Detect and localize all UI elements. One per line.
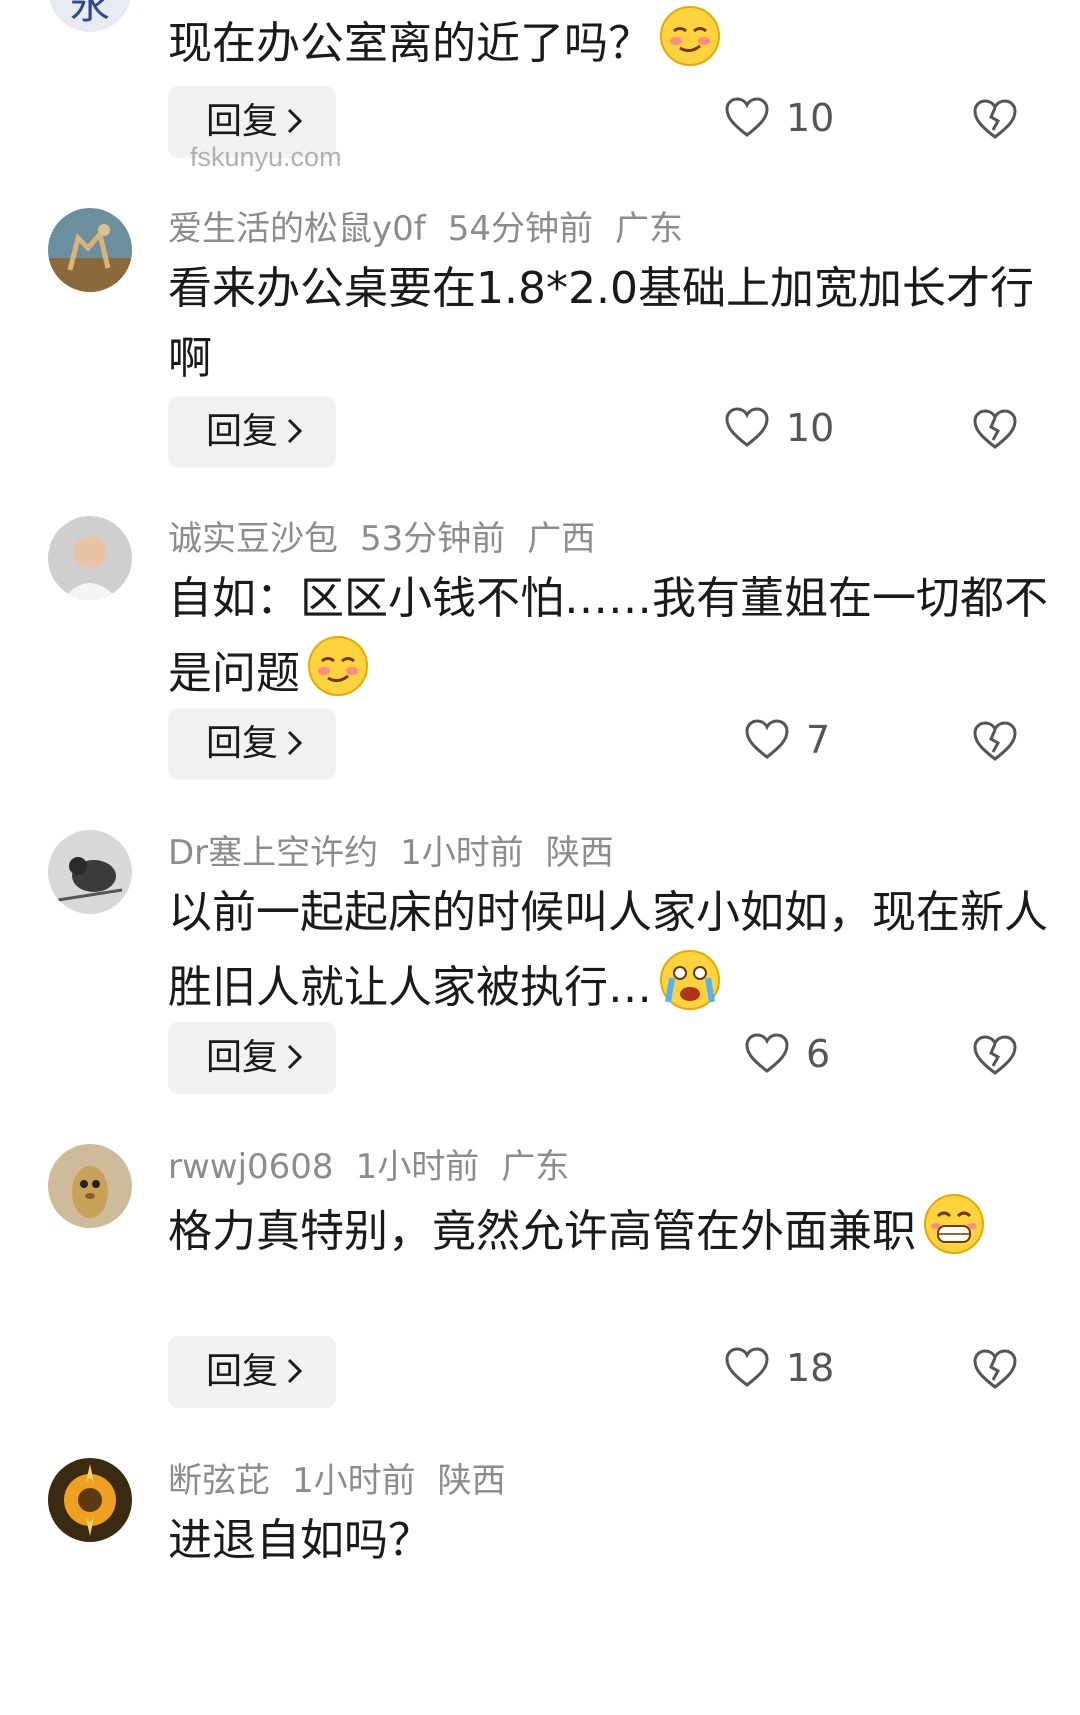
heart-icon xyxy=(724,96,770,138)
timestamp: 1小时前 xyxy=(355,1147,480,1187)
smirk-emoji-icon xyxy=(306,634,370,698)
smirk-emoji-icon xyxy=(658,4,722,68)
comment-text: 看来办公桌要在1.8*2.0基础上加宽加长才行啊 xyxy=(168,263,1034,384)
broken-heart-icon xyxy=(973,1035,1017,1075)
like-count: 10 xyxy=(786,96,835,140)
like-count: 10 xyxy=(786,406,835,450)
avatar[interactable]: 永 xyxy=(48,0,132,32)
comment-meta: 诚实豆沙包 53分钟前 广西 xyxy=(168,516,617,562)
chevron-right-icon xyxy=(284,1042,306,1072)
username[interactable]: Dr塞上空许约 xyxy=(168,833,378,873)
chevron-right-icon xyxy=(284,1356,306,1386)
heart-icon xyxy=(724,1346,770,1388)
reply-label: 回复 xyxy=(206,1037,279,1078)
like-button[interactable]: 10 xyxy=(724,392,834,464)
heart-icon xyxy=(744,1032,790,1074)
reply-label: 回复 xyxy=(206,411,279,452)
reply-label: 回复 xyxy=(206,1351,279,1392)
comment-meta: 爱生活的松鼠y0f 54分钟前 广东 xyxy=(168,206,705,252)
dislike-button[interactable] xyxy=(972,98,1018,140)
comment-meta: 断弦芘 1小时前 陕西 xyxy=(168,1458,528,1504)
timestamp: 1小时前 xyxy=(292,1461,416,1501)
dislike-button[interactable] xyxy=(972,1348,1018,1390)
username[interactable]: 爱生活的松鼠y0f xyxy=(168,209,426,249)
like-button[interactable]: 18 xyxy=(724,1332,834,1404)
reply-label: 回复 xyxy=(206,101,279,142)
username[interactable]: 断弦芘 xyxy=(168,1461,270,1501)
comment-text: 自如：区区小钱不怕……我有董姐在一切都不是问题 xyxy=(168,573,1048,699)
broken-heart-icon xyxy=(973,99,1017,139)
reply-button[interactable]: 回复 xyxy=(168,1336,336,1408)
chevron-right-icon xyxy=(284,106,306,136)
reply-button[interactable]: 回复 xyxy=(168,708,336,780)
like-button[interactable]: 7 xyxy=(744,704,830,776)
region: 陕西 xyxy=(545,833,614,873)
dislike-button[interactable] xyxy=(972,720,1018,762)
heart-icon xyxy=(724,406,770,448)
crying-emoji-icon xyxy=(658,948,722,1012)
comment-feed: 永 现在办公室离的近了吗？ 回复 fskunyu.com 10 爱生活的松鼠y0… xyxy=(0,0,1080,1715)
broken-heart-icon xyxy=(973,721,1017,761)
username[interactable]: rwwj0608 xyxy=(168,1147,334,1187)
username[interactable]: 诚实豆沙包 xyxy=(168,519,338,559)
timestamp: 54分钟前 xyxy=(447,209,593,249)
watermark: fskunyu.com xyxy=(190,142,342,172)
grin-emoji-icon xyxy=(922,1192,986,1256)
timestamp: 53分钟前 xyxy=(360,519,506,559)
avatar[interactable] xyxy=(48,830,132,914)
dislike-button[interactable] xyxy=(972,1034,1018,1076)
heart-icon xyxy=(744,718,790,760)
comment-meta: rwwj0608 1小时前 广东 xyxy=(168,1144,591,1190)
like-button[interactable]: 10 xyxy=(724,82,834,154)
reply-label: 回复 xyxy=(206,723,279,764)
dislike-button[interactable] xyxy=(972,408,1018,450)
like-button[interactable]: 6 xyxy=(744,1018,830,1090)
region: 陕西 xyxy=(437,1461,506,1501)
avatar[interactable] xyxy=(48,516,132,600)
timestamp: 1小时前 xyxy=(400,833,524,873)
region: 广西 xyxy=(527,519,596,559)
comment-meta: Dr塞上空许约 1小时前 陕西 xyxy=(168,830,636,876)
reply-button[interactable]: 回复 xyxy=(168,396,336,468)
like-count: 7 xyxy=(806,718,831,762)
like-count: 18 xyxy=(786,1346,835,1390)
broken-heart-icon xyxy=(973,409,1017,449)
like-count: 6 xyxy=(806,1032,831,1076)
svg-text:永: 永 xyxy=(70,0,110,28)
avatar[interactable] xyxy=(48,208,132,292)
region: 广东 xyxy=(501,1147,570,1187)
comment-text: 进退自如吗？ xyxy=(168,1515,432,1566)
comment-text: 现在办公室离的近了吗？ xyxy=(168,4,1048,79)
comment-text: 以前一起起床的时候叫人家小如如，现在新人胜旧人就让人家被执行… xyxy=(168,887,1048,1013)
avatar[interactable] xyxy=(48,1458,132,1542)
avatar[interactable] xyxy=(48,1144,132,1228)
broken-heart-icon xyxy=(973,1349,1017,1389)
chevron-right-icon xyxy=(284,728,306,758)
region: 广东 xyxy=(615,209,683,249)
reply-button[interactable]: 回复 xyxy=(168,1022,336,1094)
chevron-right-icon xyxy=(284,416,306,446)
comment-text: 格力真特别，竟然允许高管在外面兼职 xyxy=(168,1192,1048,1267)
